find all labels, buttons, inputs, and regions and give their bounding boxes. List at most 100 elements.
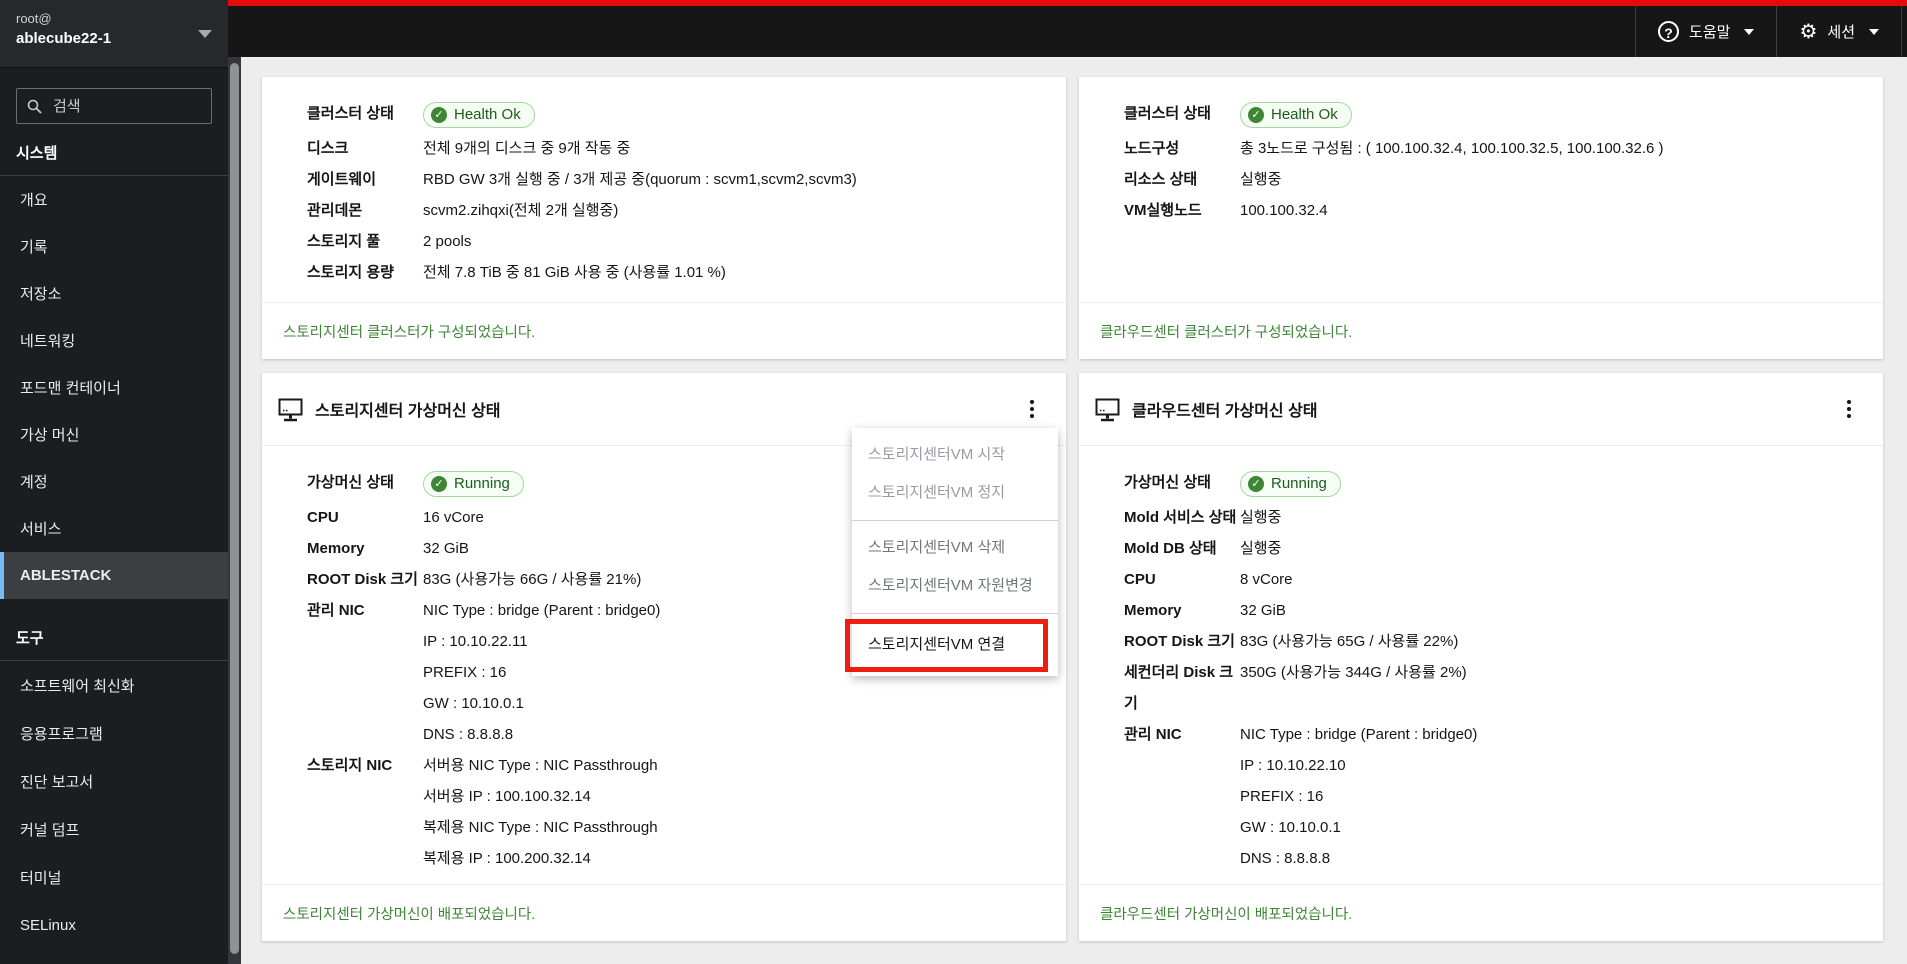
help-menu-button[interactable]: ? 도움말 — [1635, 6, 1776, 57]
field-row: ROOT Disk 크기 83G (사용가능 65G / 사용률 22%) — [1124, 626, 1859, 657]
field-label: VM실행노드 — [1124, 202, 1202, 219]
chevron-down-icon — [1869, 28, 1879, 35]
sidebar-item-accounts[interactable]: 계정 — [0, 458, 228, 505]
field-value-line: IP : 10.10.22.10 — [1240, 757, 1346, 774]
field-value-line: NIC Type : bridge (Parent : bridge0) — [1240, 726, 1478, 743]
menu-item-vm-resize[interactable]: 스토리지센터VM 자원변경 — [852, 567, 1058, 605]
field-value-line: GW : 10.10.0.1 — [1240, 819, 1341, 836]
field-label: Memory — [307, 540, 365, 557]
field-row: CPU 8 vCore — [1124, 564, 1859, 595]
sidebar-item-applications[interactable]: 응용프로그램 — [0, 709, 228, 757]
sidebar-item-selinux[interactable]: SELinux — [0, 901, 228, 949]
field-row: 가상머신 상태 ✓ Running — [1124, 462, 1859, 502]
sidebar-item-storage[interactable]: 저장소 — [0, 270, 228, 317]
field-value-line: DNS : 8.8.8.8 — [1240, 850, 1331, 867]
menu-divider — [852, 613, 1058, 614]
field-row: Mold DB 상태 실행중 — [1124, 533, 1859, 564]
field-row: 관리 NIC NIC Type : bridge (Parent : bridg… — [1124, 719, 1859, 874]
field-value-line: GW : 10.10.0.1 — [423, 695, 524, 712]
field-value-line: PREFIX : 16 — [1240, 788, 1324, 805]
status-badge: ✓ Running — [423, 470, 524, 497]
menu-item-vm-connect[interactable]: 스토리지센터VM 연결 — [852, 622, 1058, 668]
field-value-line: 서버용 NIC Type : NIC Passthrough — [423, 757, 658, 774]
field-label: ROOT Disk 크기 — [1124, 633, 1235, 650]
menu-item-vm-start[interactable]: 스토리지센터VM 시작 — [852, 436, 1058, 474]
cloud-cluster-body: 클러스터 상태 ✓ Health Ok 노드구성 총 3노드로 구성됨 : ( … — [1079, 77, 1883, 302]
cloud-vm-title: 클라우드센터 가상머신 상태 — [1132, 403, 1318, 420]
field-value-line: DNS : 8.8.8.8 — [423, 726, 514, 743]
field-value: 2 pools — [423, 233, 472, 250]
storage-cluster-card: 클러스터 상태 ✓ Health Ok 디스크 전체 9개의 디스크 중 9개 … — [262, 77, 1066, 359]
sidebar-group-system: 시스템 — [0, 124, 228, 176]
cloud-vm-footer: 클라우드센터 가상머신이 배포되었습니다. — [1079, 884, 1883, 941]
field-value: 실행중 — [1240, 171, 1282, 188]
vm-monitor-icon — [278, 398, 303, 421]
kebab-menu-icon[interactable] — [1020, 394, 1044, 424]
field-row: 리소스 상태 실행중 — [1124, 164, 1859, 195]
host-name: ablecube22-1 — [16, 30, 112, 47]
sidebar-item-kernel-dump[interactable]: 커널 덤프 — [0, 805, 228, 853]
field-label: Mold 서비스 상태 — [1124, 509, 1237, 526]
sidebar-scrollbar-thumb[interactable] — [230, 63, 239, 954]
sidebar-item-virtual-machines[interactable]: 가상 머신 — [0, 411, 228, 458]
menu-item-vm-delete[interactable]: 스토리지센터VM 삭제 — [852, 529, 1058, 567]
storage-vm-title: 스토리지센터 가상머신 상태 — [315, 403, 501, 420]
sidebar: 시스템 개요 기록 저장소 네트워킹 포드맨 컨테이너 가상 머신 계정 서비스… — [0, 68, 228, 964]
status-badge: ✓ Running — [1240, 470, 1341, 497]
chevron-down-icon — [1744, 28, 1755, 35]
search-input[interactable] — [51, 96, 201, 116]
sidebar-item-terminal[interactable]: 터미널 — [0, 853, 228, 901]
field-row: 스토리지 용량 전체 7.8 TiB 중 81 GiB 사용 중 (사용률 1.… — [307, 257, 1042, 288]
check-circle-icon: ✓ — [431, 106, 447, 123]
sidebar-item-podman[interactable]: 포드맨 컨테이너 — [0, 364, 228, 411]
help-label: 도움말 — [1689, 24, 1731, 41]
field-value: 실행중 — [1240, 540, 1282, 557]
search-icon — [27, 99, 42, 114]
check-circle-icon: ✓ — [1248, 475, 1264, 492]
masthead: ? 도움말 ⚙ 세션 — [228, 0, 1907, 57]
field-label: 관리 NIC — [307, 602, 365, 619]
kebab-menu-icon[interactable] — [1837, 394, 1861, 424]
field-label: 디스크 — [307, 140, 349, 157]
field-label: 스토리지 용량 — [307, 264, 394, 281]
storage-vm-footer: 스토리지센터 가상머신이 배포되었습니다. — [262, 884, 1066, 941]
status-badge-text: Running — [454, 474, 510, 492]
field-label: CPU — [1124, 571, 1156, 588]
field-row: 관리데몬 scvm2.zihqxi(전체 2개 실행중) — [307, 195, 1042, 226]
field-value: scvm2.zihqxi(전체 2개 실행중) — [423, 202, 619, 219]
field-row: 세컨더리 Disk 크기 350G (사용가능 344G / 사용률 2%) — [1124, 657, 1859, 719]
cloud-cluster-footer: 클라우드센터 클러스터가 구성되었습니다. — [1079, 302, 1883, 359]
session-label: 세션 — [1827, 24, 1855, 41]
sidebar-item-overview[interactable]: 개요 — [0, 176, 228, 223]
field-label: 가상머신 상태 — [1124, 473, 1211, 491]
cloud-cluster-card: 클러스터 상태 ✓ Health Ok 노드구성 총 3노드로 구성됨 : ( … — [1079, 77, 1883, 359]
field-label: 관리데몬 — [307, 202, 363, 219]
sidebar-item-diagnostic-reports[interactable]: 진단 보고서 — [0, 757, 228, 805]
field-value: 8 vCore — [1240, 571, 1293, 588]
field-label: 가상머신 상태 — [307, 473, 394, 491]
sidebar-item-services[interactable]: 서비스 — [0, 505, 228, 552]
field-value: 총 3노드로 구성됨 : ( 100.100.32.4, 100.100.32.… — [1240, 140, 1664, 157]
sidebar-item-logs[interactable]: 기록 — [0, 223, 228, 270]
sidebar-item-networking[interactable]: 네트워킹 — [0, 317, 228, 364]
sidebar-item-ablestack[interactable]: ABLESTACK — [0, 552, 228, 599]
field-label: 스토리지 풀 — [307, 233, 381, 250]
field-label: 노드구성 — [1124, 140, 1180, 157]
gear-icon: ⚙ — [1799, 20, 1818, 43]
field-value-line: 서버용 IP : 100.100.32.14 — [423, 788, 591, 805]
host-switcher[interactable]: root@ ablecube22-1 — [0, 0, 228, 68]
sidebar-item-software-updates[interactable]: 소프트웨어 최신화 — [0, 661, 228, 709]
field-label: ROOT Disk 크기 — [307, 571, 418, 588]
menu-item-vm-stop[interactable]: 스토리지센터VM 정지 — [852, 474, 1058, 512]
field-label: 관리 NIC — [1124, 726, 1182, 743]
vm-monitor-icon — [1095, 398, 1120, 421]
cloud-vm-body: 가상머신 상태 ✓ Running Mold 서비스 상태 실행중 Mold D… — [1079, 446, 1883, 884]
session-menu-button[interactable]: ⚙ 세션 — [1776, 6, 1902, 57]
field-label: 세컨더리 Disk 크기 — [1124, 664, 1234, 712]
storage-cluster-body: 클러스터 상태 ✓ Health Ok 디스크 전체 9개의 디스크 중 9개 … — [262, 77, 1066, 302]
field-value-line: 복제용 IP : 100.200.32.14 — [423, 850, 591, 867]
field-row: VM실행노드 100.100.32.4 — [1124, 195, 1859, 226]
status-badge: ✓ Health Ok — [423, 101, 535, 128]
field-value: RBD GW 3개 실행 중 / 3개 제공 중(quorum : scvm1,… — [423, 171, 857, 188]
chevron-down-icon — [198, 30, 212, 38]
